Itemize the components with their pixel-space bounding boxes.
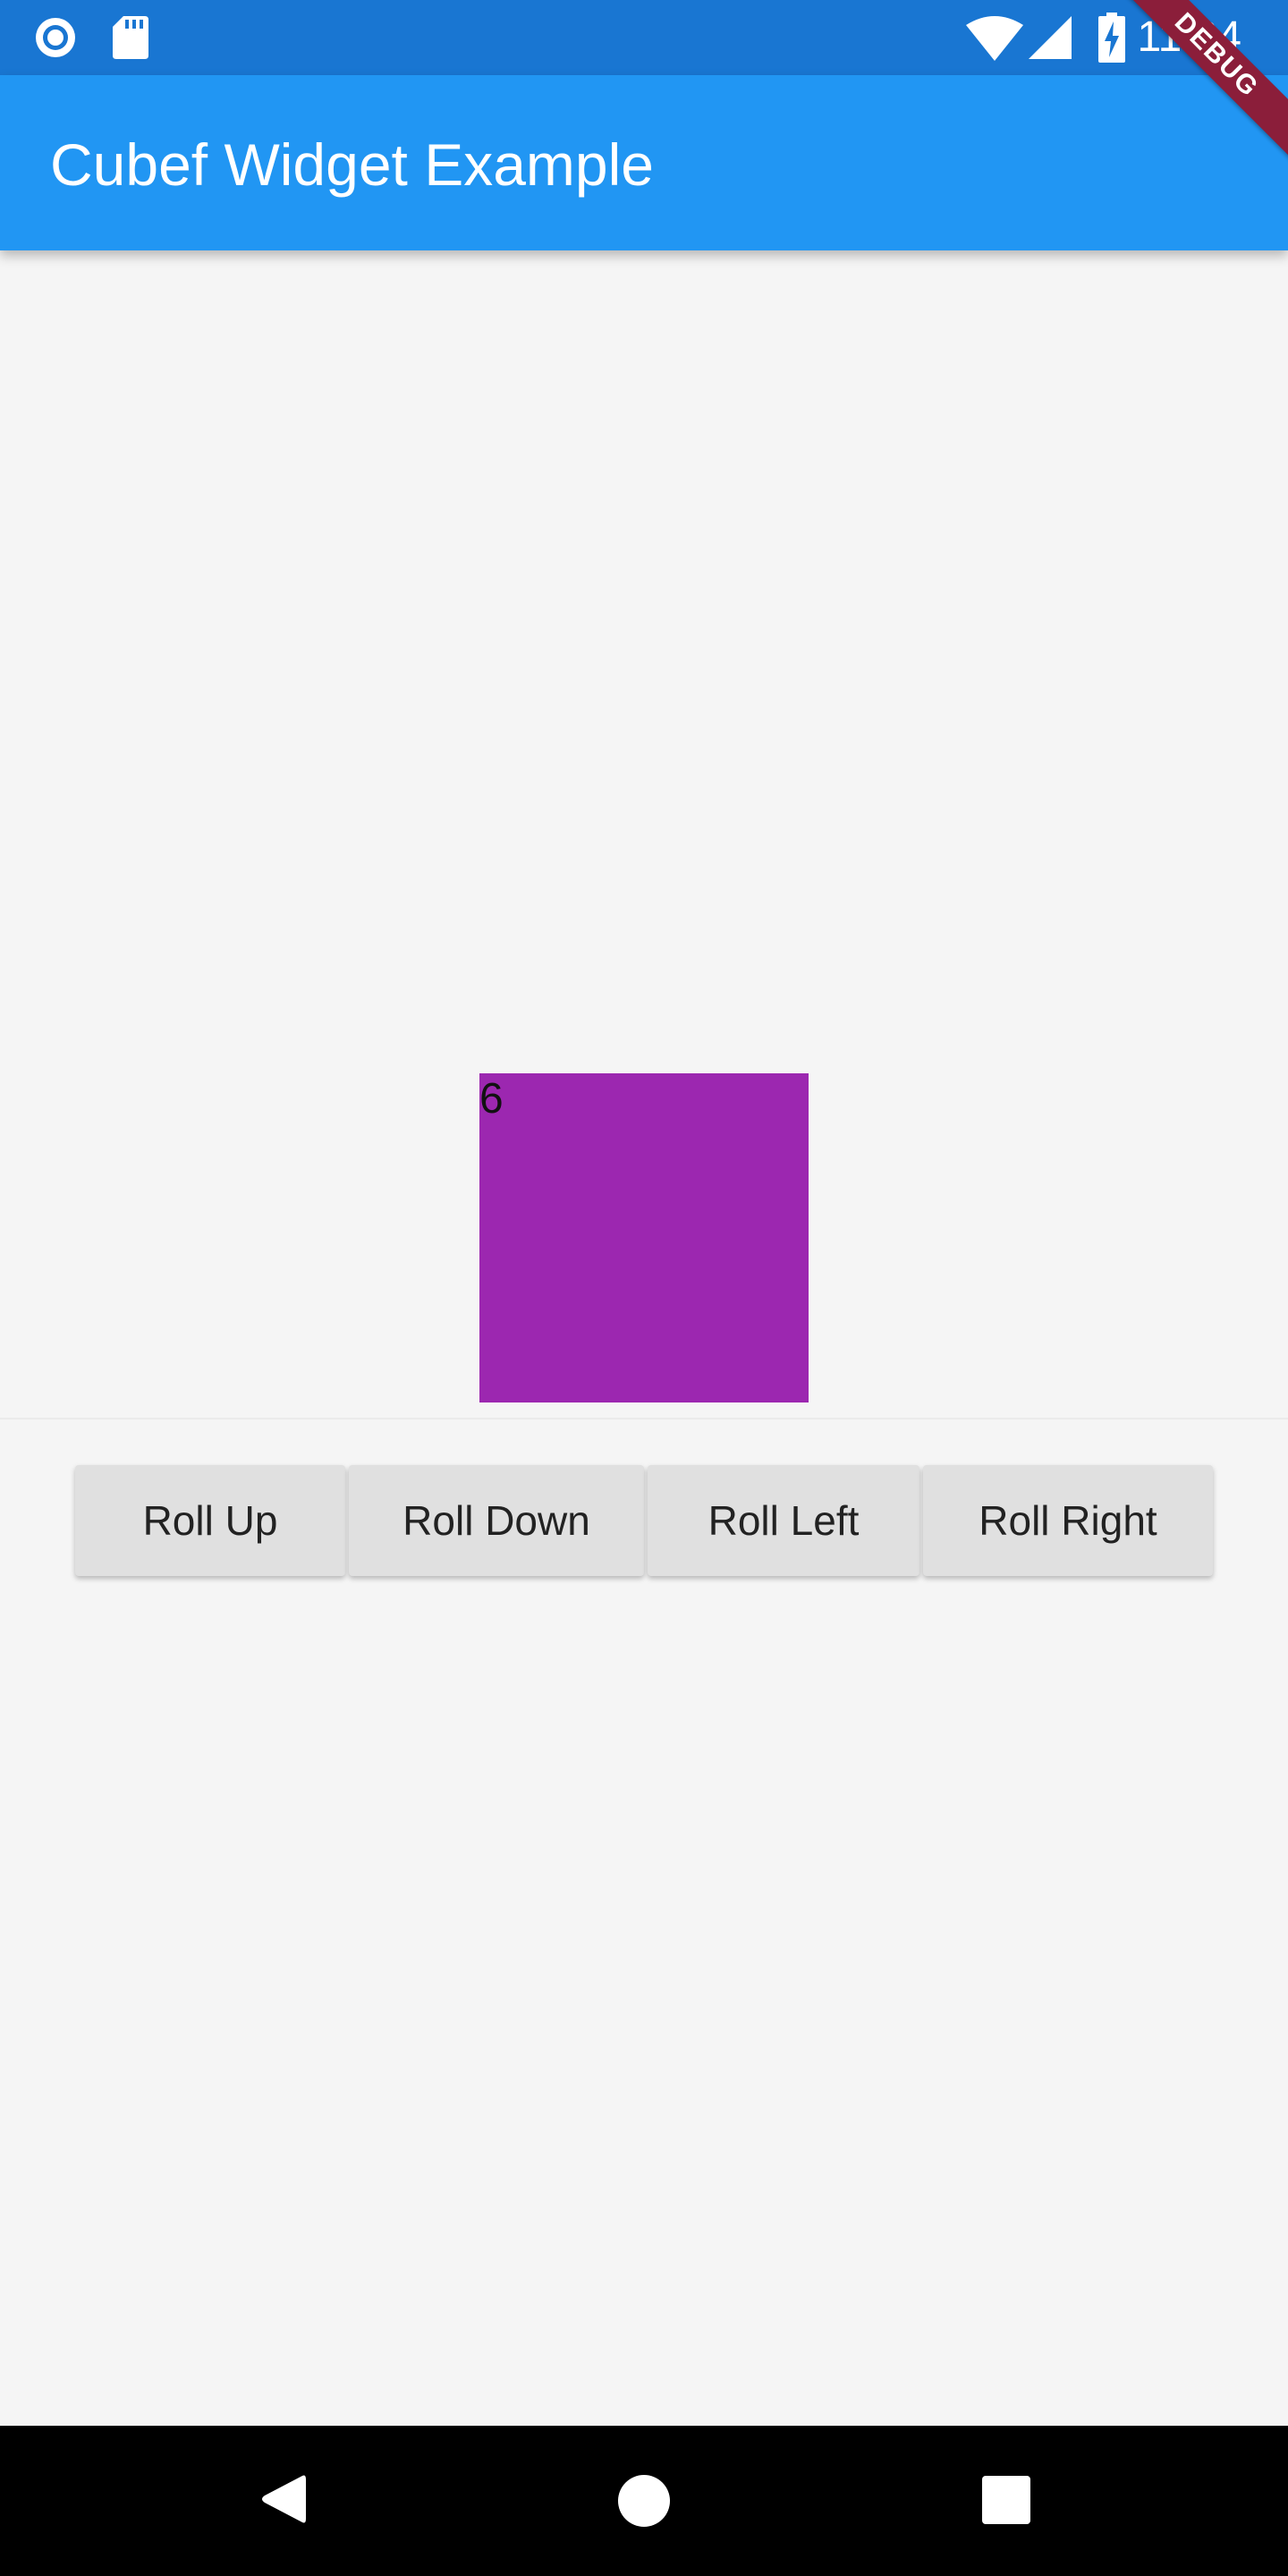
- debug-banner-container: DEBUG: [1109, 0, 1288, 179]
- cube-widget[interactable]: 6: [479, 1073, 809, 1402]
- roll-left-button[interactable]: Roll Left: [648, 1465, 919, 1576]
- home-icon[interactable]: [617, 2474, 671, 2528]
- status-bar: 11:24: [0, 0, 1288, 75]
- app-title: Cubef Widget Example: [50, 131, 654, 198]
- recents-icon[interactable]: [982, 2476, 1030, 2524]
- roll-up-button[interactable]: Roll Up: [75, 1465, 345, 1576]
- back-icon[interactable]: [259, 2472, 306, 2526]
- signal-icon: [1029, 16, 1072, 59]
- app-bar: Cubef Widget Example: [0, 75, 1288, 250]
- roll-right-button[interactable]: Roll Right: [923, 1465, 1213, 1576]
- roll-down-button[interactable]: Roll Down: [349, 1465, 644, 1576]
- divider: [0, 1418, 1288, 1419]
- navigation-bar: [0, 2426, 1288, 2576]
- sd-card-icon: [113, 16, 148, 59]
- debug-banner: DEBUG: [1109, 0, 1288, 165]
- radio-icon: [36, 18, 75, 57]
- roll-button-row: Roll Up Roll Down Roll Left Roll Right: [75, 1465, 1213, 1576]
- wifi-icon: [966, 16, 1023, 61]
- cube-face-label: 6: [479, 1075, 504, 1123]
